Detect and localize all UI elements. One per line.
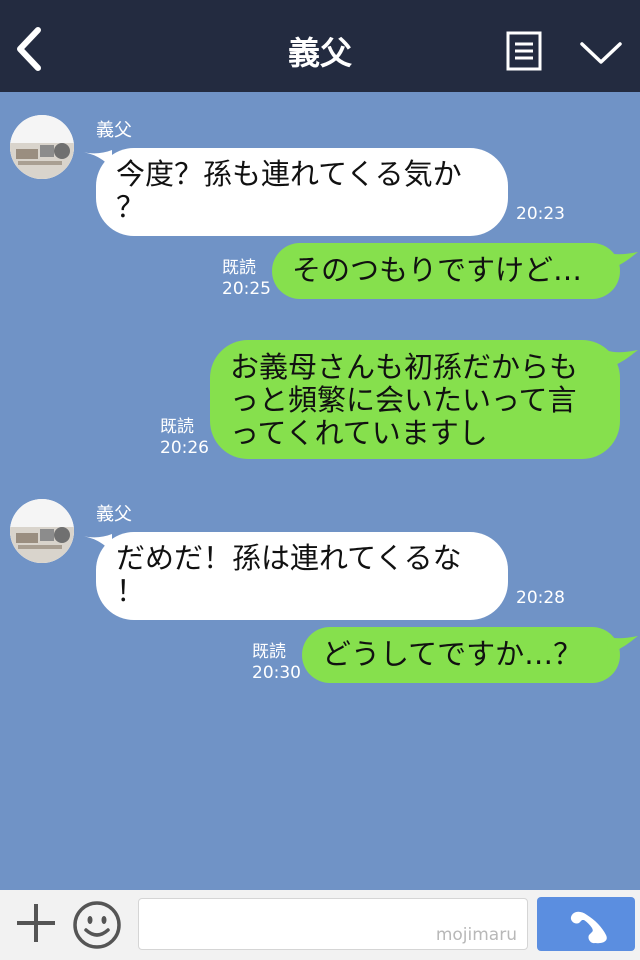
message-text: そのつもりですけど…: [292, 253, 583, 287]
message-input[interactable]: mojimaru: [138, 898, 528, 950]
sender-name: 義父: [96, 120, 132, 141]
chat-title: 義父: [287, 34, 352, 72]
message-line: っと頻繁に会いたいって言: [230, 383, 577, 417]
message-time: 20:23: [516, 204, 565, 224]
bubble-tail: [606, 350, 638, 368]
message-line: ってくれていますし: [230, 416, 488, 450]
avatar-photo-icon: [10, 499, 74, 563]
message-bubble-outgoing[interactable]: どうしてですか…？: [302, 627, 620, 683]
message-time: 20:26: [160, 438, 209, 458]
sender-name: 義父: [96, 504, 132, 525]
watermark: mojimaru: [435, 925, 517, 945]
avatar[interactable]: [10, 499, 74, 563]
chat-area[interactable]: 義父 今度？孫も連れてくる気か ？ 20:23 既読 20:25 そのつもりです…: [0, 92, 640, 890]
emoji-icon[interactable]: [72, 900, 122, 950]
bubble-tail: [606, 252, 638, 270]
message-bubble-outgoing[interactable]: お義母さんも初孫だからも っと頻繁に会いたいって言 ってくれていますし: [210, 340, 620, 459]
avatar[interactable]: [10, 115, 74, 179]
message-bubble-incoming[interactable]: 今度？孫も連れてくる気か ？: [96, 148, 508, 236]
bubble-tail: [606, 636, 638, 654]
message-line: だめだ！孫は連れてくるな: [116, 541, 462, 575]
read-receipt: 既読: [222, 258, 256, 278]
phone-icon: [570, 911, 607, 944]
message-time: 20:30: [252, 663, 301, 683]
read-receipt: 既読: [252, 642, 286, 662]
message-line: ？: [116, 190, 146, 224]
message-time: 20:25: [222, 279, 271, 299]
message-line: 今度？孫も連れてくる気か: [116, 157, 462, 191]
chat-header: 義父: [0, 0, 640, 92]
call-button[interactable]: [537, 897, 635, 951]
message-text: どうしてですか…？: [322, 637, 583, 671]
message-bubble-outgoing[interactable]: そのつもりですけど…: [272, 243, 620, 299]
message-bubble-incoming[interactable]: だめだ！孫は連れてくるな ！: [96, 532, 508, 620]
message-line: ！: [116, 574, 146, 608]
chevron-down-icon[interactable]: [578, 36, 624, 68]
plus-icon[interactable]: [14, 900, 58, 946]
menu-list-icon[interactable]: [506, 31, 542, 71]
message-time: 20:28: [516, 588, 565, 608]
avatar-photo-icon: [10, 115, 74, 179]
read-receipt: 既読: [160, 417, 194, 437]
message-line: お義母さんも初孫だからも: [230, 350, 579, 384]
